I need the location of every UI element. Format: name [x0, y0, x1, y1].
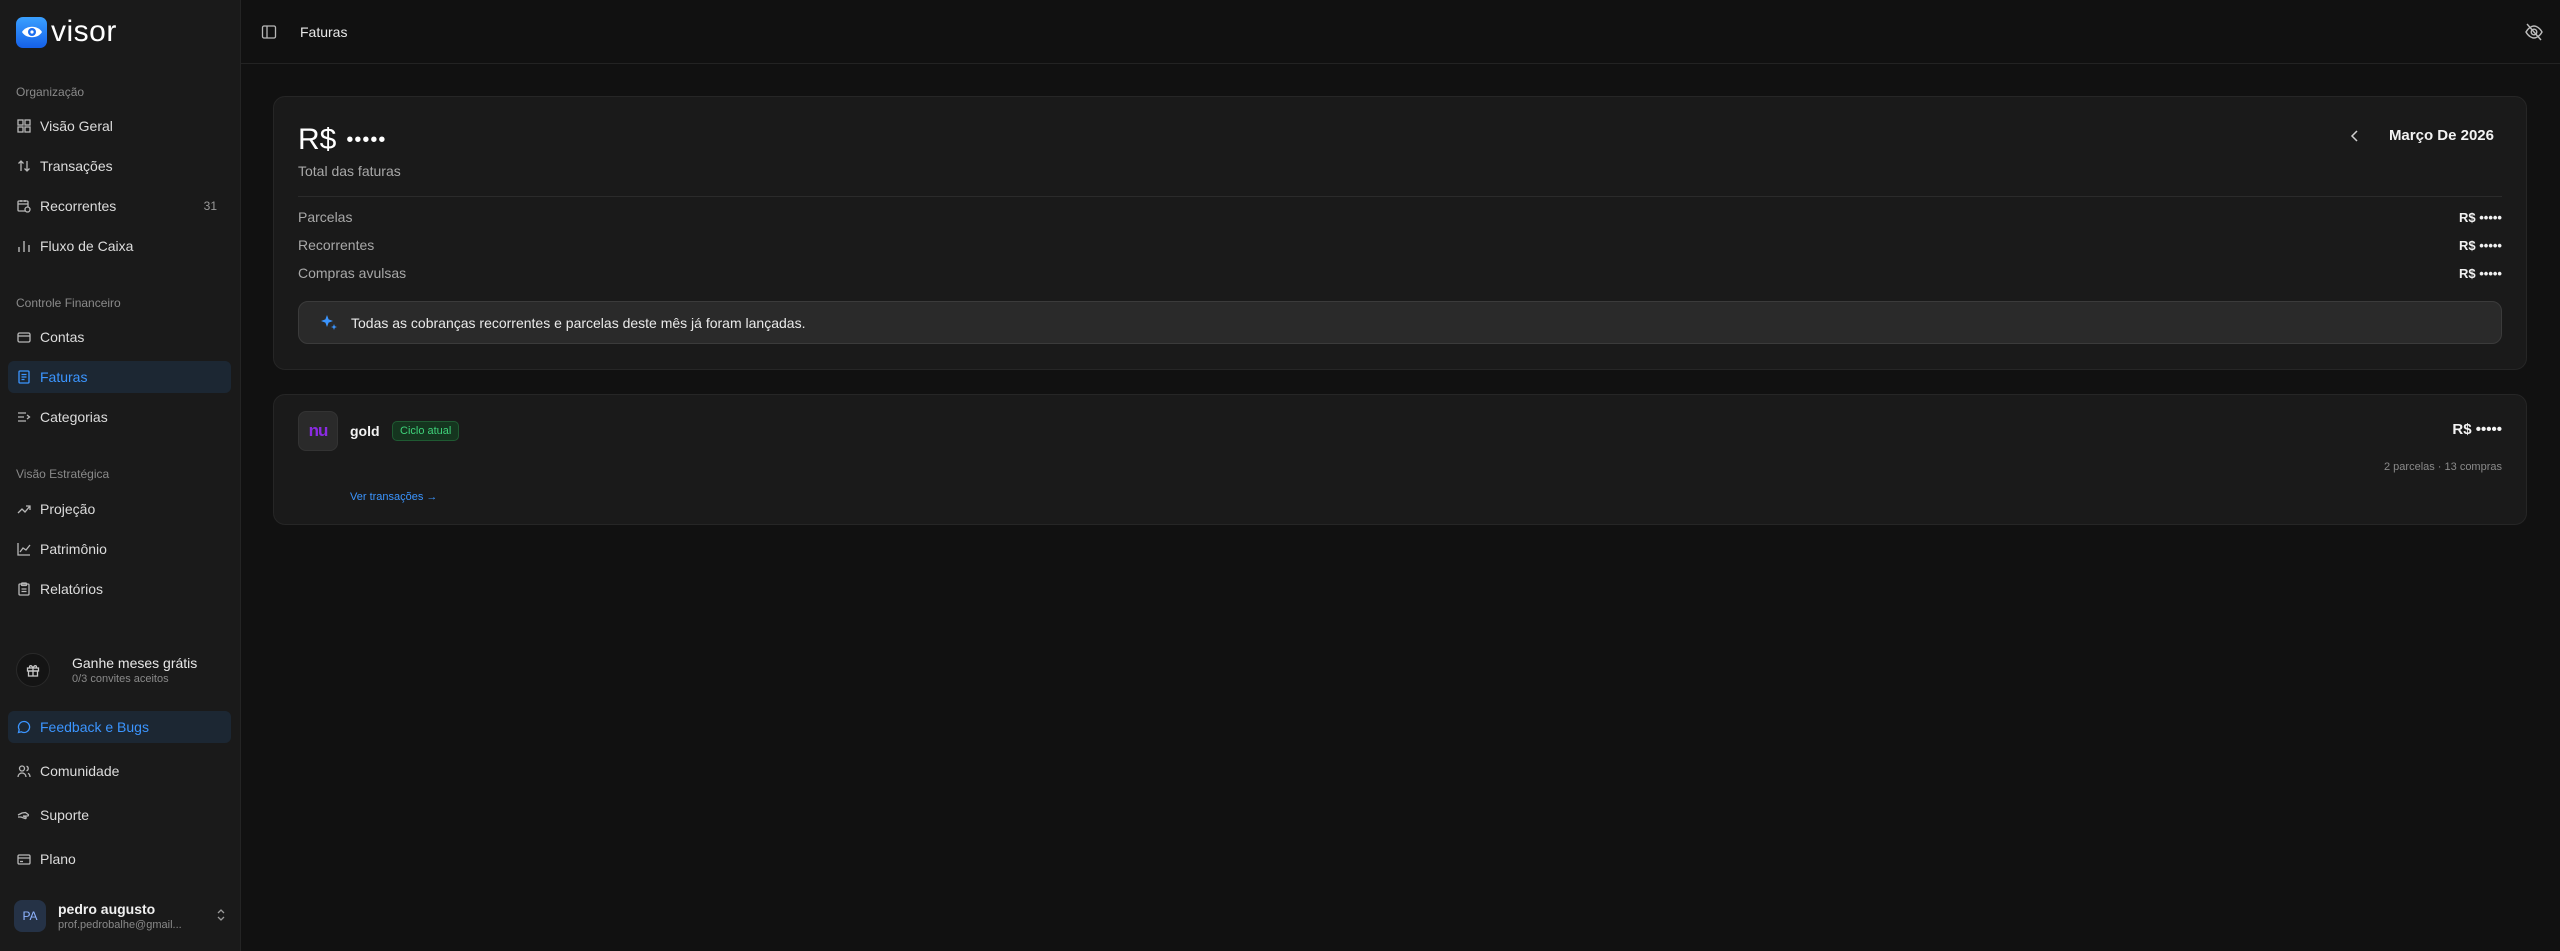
summary-row-value: R$ ••••• [2459, 237, 2502, 253]
total-label: Total das faturas [298, 163, 401, 179]
sidebar-item-projecao[interactable]: Projeção [8, 493, 231, 525]
sidebar-toggle-icon[interactable] [261, 24, 277, 40]
current-month-label[interactable]: Março De 2026 [2389, 127, 2494, 144]
topbar: Faturas [241, 0, 2560, 64]
arrows-updown-icon [16, 158, 32, 174]
clipboard-icon [16, 581, 32, 597]
summary-row-value: R$ ••••• [2459, 209, 2502, 225]
sidebar-item-label: Categorias [40, 409, 108, 425]
hand-icon [16, 807, 32, 823]
sidebar-item-plano[interactable]: Plano [8, 843, 231, 875]
app-logo[interactable]: visor [16, 16, 117, 48]
sidebar-item-suporte[interactable]: Suporte [8, 799, 231, 831]
status-badge: Ciclo atual [392, 421, 460, 441]
promo-subtitle: 0/3 convites aceitos [72, 673, 169, 685]
sidebar: visor Organização Visão Geral Transações… [0, 0, 241, 951]
calendar-clock-icon [16, 198, 32, 214]
trending-up-icon [16, 501, 32, 517]
user-name: pedro augusto [58, 901, 156, 917]
summary-row-compras-avulsas: Compras avulsas R$ ••••• [298, 263, 2502, 283]
page-title: Faturas [300, 24, 348, 40]
sidebar-item-label: Visão Geral [40, 118, 113, 134]
sidebar-item-comunidade[interactable]: Comunidade [8, 755, 231, 787]
promo-title: Ganhe meses grátis [72, 655, 198, 671]
sidebar-item-contas[interactable]: Contas [8, 321, 231, 353]
wallet-icon [16, 329, 32, 345]
sidebar-item-feedback-e-bugs[interactable]: Feedback e Bugs [8, 711, 231, 743]
summary-row-label: Compras avulsas [298, 265, 407, 281]
list-filter-icon [16, 409, 32, 425]
sidebar-item-label: Contas [40, 329, 85, 345]
sidebar-item-label: Fluxo de Caixa [40, 238, 134, 254]
sidebar-item-recorrentes[interactable]: Recorrentes 31 [8, 190, 231, 222]
avatar: PA [14, 900, 46, 932]
summary-row-recorrentes: Recorrentes R$ ••••• [298, 235, 2502, 255]
sidebar-item-relatorios[interactable]: Relatórios [8, 573, 231, 605]
sidebar-item-fluxo-de-caixa[interactable]: Fluxo de Caixa [8, 230, 231, 262]
sidebar-item-label: Relatórios [40, 581, 104, 597]
section-label-organizacao: Organização [16, 85, 85, 99]
summary-row-parcelas: Parcelas R$ ••••• [298, 207, 2502, 227]
sidebar-item-label: Recorrentes [40, 198, 117, 214]
section-label-visao-estrategica: Visão Estratégica [16, 467, 110, 481]
sidebar-item-label: Plano [40, 851, 76, 867]
summary-row-label: Recorrentes [298, 237, 375, 253]
view-transactions-link[interactable]: Ver transações → [350, 491, 437, 503]
total-amount: R$ ••••• [298, 123, 386, 157]
sidebar-item-label: Comunidade [40, 763, 120, 779]
month-navigator: Março De 2026 [2347, 127, 2494, 144]
app-name: visor [51, 15, 117, 48]
sidebar-item-label: Feedback e Bugs [40, 719, 149, 735]
invoice-meta: 2 parcelas · 13 compras [2384, 461, 2502, 473]
grid-icon [16, 118, 32, 134]
sidebar-item-label: Transações [40, 158, 113, 174]
eye-logo-icon [16, 16, 47, 48]
summary-row-value: R$ ••••• [2459, 265, 2502, 281]
chart-area-icon [16, 541, 32, 557]
receipt-icon [16, 369, 32, 385]
invoice-amount: R$ ••••• [2452, 421, 2502, 438]
sparkles-icon [319, 313, 339, 333]
summary-row-label: Parcelas [298, 209, 353, 225]
message-circle-icon [16, 719, 32, 735]
invoices-summary-card: R$ ••••• Total das faturas Março De 2026… [273, 96, 2527, 370]
user-menu[interactable]: PA pedro augusto prof.pedrobalhe@gmail..… [14, 896, 228, 936]
chevrons-updown-icon [214, 908, 228, 922]
sidebar-item-transacoes[interactable]: Transações [8, 150, 231, 182]
notice-text: Todas as cobranças recorrentes e parcela… [351, 314, 806, 331]
total-hidden-value: ••••• [346, 128, 387, 151]
nubank-logo: nu [298, 411, 338, 451]
section-label-controle-financeiro: Controle Financeiro [16, 296, 121, 310]
sidebar-item-label: Suporte [40, 807, 90, 823]
credit-card-icon [16, 851, 32, 867]
referral-promo[interactable]: Ganhe meses grátis 0/3 convites aceitos [16, 648, 231, 692]
sidebar-item-visao-geral[interactable]: Visão Geral [8, 110, 231, 142]
sidebar-item-faturas[interactable]: Faturas [8, 361, 231, 393]
sidebar-item-label: Patrimônio [40, 541, 107, 557]
gift-icon [16, 653, 50, 687]
sidebar-item-categorias[interactable]: Categorias [8, 401, 231, 433]
users-icon [16, 763, 32, 779]
hide-values-eye-off-icon[interactable] [2524, 22, 2544, 42]
user-email: prof.pedrobalhe@gmail... [58, 919, 182, 931]
divider [298, 196, 2502, 197]
launched-notice: Todas as cobranças recorrentes e parcela… [298, 301, 2502, 344]
sidebar-item-patrimonio[interactable]: Patrimônio [8, 533, 231, 565]
sidebar-item-label: Faturas [40, 369, 88, 385]
invoice-card-name: gold [350, 423, 380, 439]
chevron-left-icon[interactable] [2347, 128, 2363, 144]
total-currency: R$ [298, 123, 337, 156]
sidebar-item-label: Projeção [40, 501, 96, 517]
recorrentes-count-badge: 31 [203, 199, 217, 213]
bar-chart-icon [16, 238, 32, 254]
invoice-card[interactable]: nu gold Ciclo atual R$ ••••• 2 parcelas … [273, 394, 2527, 525]
